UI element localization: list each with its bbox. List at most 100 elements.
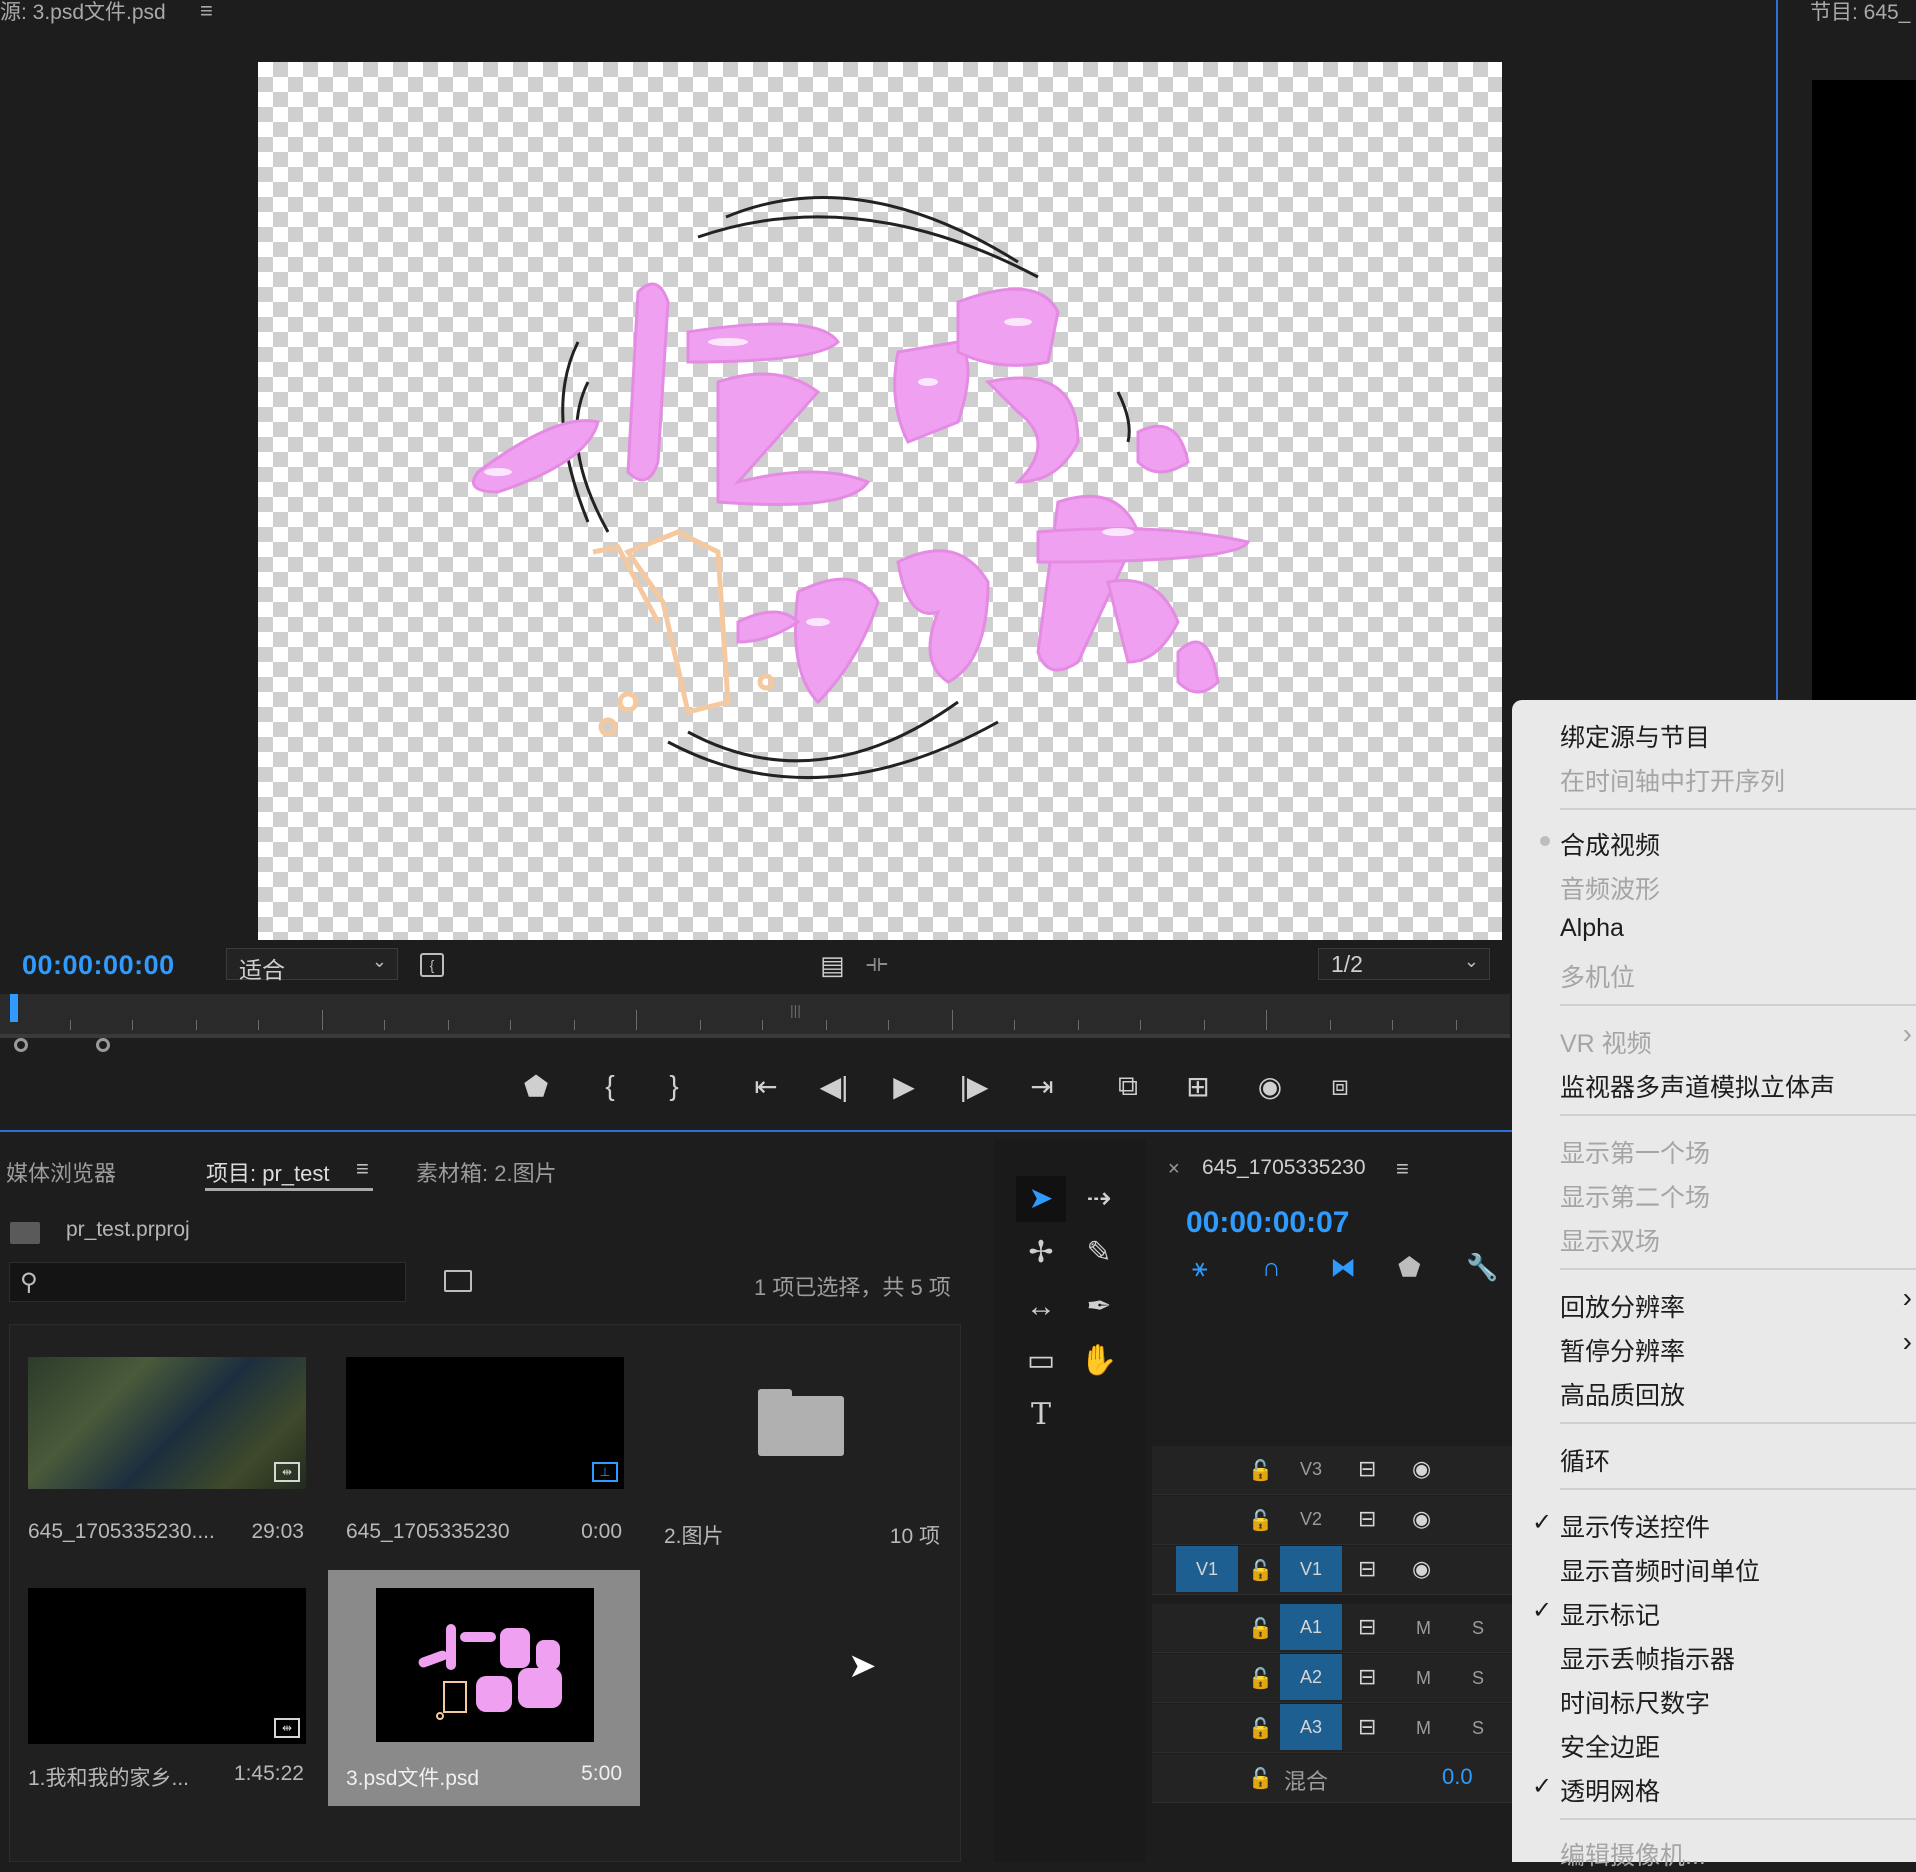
track-select-tool-icon[interactable]: ⇢ [1074, 1176, 1124, 1222]
sync-lock-icon[interactable]: ⊟ [1358, 1556, 1376, 1582]
pen-tool-icon[interactable]: ✒ [1074, 1284, 1124, 1330]
menu-item-show-both-fields[interactable]: 显示双场 [1560, 1222, 1660, 1258]
track-label[interactable]: V3 [1280, 1446, 1342, 1492]
solo-button[interactable]: S [1472, 1618, 1484, 1639]
program-monitor-title[interactable]: 节目: 645_ [1810, 0, 1910, 26]
zoom-scroll-bar[interactable] [0, 1034, 1510, 1038]
mute-button[interactable]: M [1416, 1668, 1431, 1689]
source-timecode[interactable]: 00:00:00:00 [22, 950, 175, 981]
solo-button[interactable]: S [1472, 1718, 1484, 1739]
insert-button[interactable]: ⧉ [1108, 1070, 1148, 1103]
selection-tool-icon[interactable]: ➤ [1016, 1176, 1066, 1222]
eye-icon[interactable]: ◉ [1412, 1506, 1431, 1532]
menu-item-paused-resolution[interactable]: 暂停分辨率 [1560, 1332, 1685, 1368]
add-marker-icon[interactable]: ⬟ [1398, 1252, 1421, 1283]
new-search-bin-icon[interactable] [444, 1270, 472, 1292]
clip-name[interactable]: 645_1705335230 [346, 1520, 510, 1544]
menu-item-show-transport-controls[interactable]: 显示传送控件 [1560, 1508, 1710, 1544]
drag-video-icon[interactable]: ▤ [820, 950, 845, 981]
slip-tool-icon[interactable]: ↔ [1016, 1284, 1066, 1330]
lock-icon[interactable]: 🔓 [1248, 1766, 1273, 1791]
button-editor-icon[interactable]: ⧈ [1320, 1070, 1360, 1103]
menu-item-loop[interactable]: 循环 [1560, 1442, 1610, 1478]
source-playhead[interactable] [10, 994, 18, 1022]
tab-bin[interactable]: 素材箱: 2.图片 [416, 1156, 557, 1188]
project-search-input[interactable] [9, 1262, 406, 1302]
menu-item-audio-waveform[interactable]: 音频波形 [1560, 870, 1660, 906]
mark-out-button[interactable]: } [654, 1070, 694, 1102]
panel-menu-icon[interactable]: ≡ [200, 0, 213, 24]
bin-name[interactable]: 2.图片 [664, 1520, 724, 1550]
overwrite-button[interactable]: ⊞ [1178, 1070, 1218, 1103]
menu-item-high-quality-playback[interactable]: 高品质回放 [1560, 1376, 1685, 1412]
sequence-tab-title[interactable]: 645_1705335230 [1202, 1156, 1366, 1180]
zoom-fit-dropdown[interactable]: 适合 ⌄ [226, 948, 398, 983]
psd-thumbnail[interactable] [376, 1588, 594, 1742]
clip-name[interactable]: 1.我和我的家乡... [28, 1762, 189, 1792]
sync-lock-icon[interactable]: ⊟ [1358, 1664, 1376, 1690]
lock-icon[interactable]: 🔓 [1248, 1558, 1273, 1583]
play-button[interactable]: ▶ [884, 1070, 924, 1103]
tab-project[interactable]: 项目: pr_test [206, 1156, 329, 1188]
menu-item-link-source-program[interactable]: 绑定源与节目 [1560, 718, 1710, 754]
drag-audio-icon[interactable]: ⟛ [866, 950, 888, 978]
playback-resolution-dropdown[interactable]: 1/2 ⌄ [1318, 948, 1490, 980]
track-label[interactable]: A2 [1280, 1654, 1342, 1700]
track-row-v3[interactable]: 🔓 V3 ⊟ ◉ [1152, 1446, 1512, 1495]
panel-menu-icon[interactable]: ≡ [356, 1156, 369, 1182]
menu-item-multicam[interactable]: 多机位 [1560, 958, 1635, 994]
sync-lock-icon[interactable]: ⊟ [1358, 1456, 1376, 1482]
mix-value[interactable]: 0.0 [1442, 1764, 1473, 1790]
folder-icon[interactable] [758, 1396, 844, 1456]
clip-thumbnail[interactable] [28, 1588, 306, 1744]
menu-item-show-dropped-frame-indicator[interactable]: 显示丢帧指示器 [1560, 1640, 1735, 1676]
track-row-a3[interactable]: 🔓 A3 ⊟ M S [1152, 1704, 1512, 1753]
track-row-v1[interactable]: V1 🔓 V1 ⊟ ◉ [1152, 1546, 1512, 1595]
sync-lock-icon[interactable]: ⊟ [1358, 1506, 1376, 1532]
track-row-mix[interactable]: 🔓 混合 0.0 [1152, 1754, 1512, 1803]
track-row-a1[interactable]: 🔓 A1 ⊟ M S [1152, 1604, 1512, 1653]
camera-icon[interactable]: ◉ [1250, 1070, 1290, 1103]
type-tool-icon[interactable]: T [1016, 1392, 1066, 1438]
hand-tool-icon[interactable]: ✋ [1074, 1338, 1124, 1384]
menu-item-open-sequence-in-timeline[interactable]: 在时间轴中打开序列 [1560, 762, 1785, 798]
go-to-out-button[interactable]: ⇥ [1022, 1070, 1062, 1103]
source-monitor-title[interactable]: 源: 3.psd文件.psd [0, 0, 166, 26]
menu-item-show-first-field[interactable]: 显示第一个场 [1560, 1134, 1710, 1170]
go-to-in-button[interactable]: ⇤ [746, 1070, 786, 1103]
menu-item-transparency-grid[interactable]: 透明网格 [1560, 1772, 1660, 1808]
eye-icon[interactable]: ◉ [1412, 1456, 1431, 1482]
nest-toggle-icon[interactable]: ⚹ [1192, 1252, 1208, 1284]
lock-icon[interactable]: 🔓 [1248, 1458, 1273, 1483]
linked-selection-icon[interactable]: ⧓ [1330, 1252, 1356, 1283]
panel-menu-icon[interactable]: ≡ [1396, 1156, 1409, 1182]
menu-item-time-ruler-numbers[interactable]: 时间标尺数字 [1560, 1684, 1710, 1720]
step-forward-button[interactable]: |▶ [954, 1070, 994, 1103]
menu-item-composite-video[interactable]: 合成视频 [1560, 826, 1660, 862]
eye-icon[interactable]: ◉ [1412, 1556, 1431, 1582]
snap-icon[interactable]: ∩ [1262, 1252, 1281, 1283]
insert-edit-icon[interactable]: { [420, 953, 444, 977]
ripple-edit-tool-icon[interactable]: ✢ [1016, 1230, 1066, 1276]
step-back-button[interactable]: ◀| [814, 1070, 854, 1103]
timeline-timecode[interactable]: 00:00:00:07 [1186, 1206, 1349, 1240]
menu-item-monitor-multichannel-stereo[interactable]: 监视器多声道模拟立体声 [1560, 1068, 1835, 1104]
menu-item-safe-margins[interactable]: 安全边距 [1560, 1728, 1660, 1764]
rectangle-tool-icon[interactable]: ▭ [1016, 1338, 1066, 1384]
clip-name[interactable]: 645_1705335230.... [28, 1520, 215, 1544]
mark-in-button[interactable]: { [590, 1070, 630, 1102]
sequence-thumbnail[interactable] [346, 1357, 624, 1489]
menu-item-show-audio-time-units[interactable]: 显示音频时间单位 [1560, 1552, 1760, 1588]
clip-thumbnail-game[interactable] [28, 1357, 306, 1489]
sync-lock-icon[interactable]: ⊟ [1358, 1614, 1376, 1640]
wrench-icon[interactable]: 🔧 [1466, 1252, 1498, 1283]
menu-item-vr-video[interactable]: VR 视频 [1560, 1024, 1652, 1060]
lock-icon[interactable]: 🔓 [1248, 1666, 1273, 1691]
lock-icon[interactable]: 🔓 [1248, 1508, 1273, 1533]
razor-tool-icon[interactable]: ✎ [1074, 1230, 1124, 1276]
track-label[interactable]: V2 [1280, 1496, 1342, 1542]
menu-item-alpha[interactable]: Alpha [1560, 914, 1624, 943]
close-icon[interactable]: × [1168, 1158, 1180, 1181]
tab-media-browser[interactable]: 媒体浏览器 [6, 1156, 116, 1188]
track-label[interactable]: V1 [1280, 1546, 1342, 1592]
